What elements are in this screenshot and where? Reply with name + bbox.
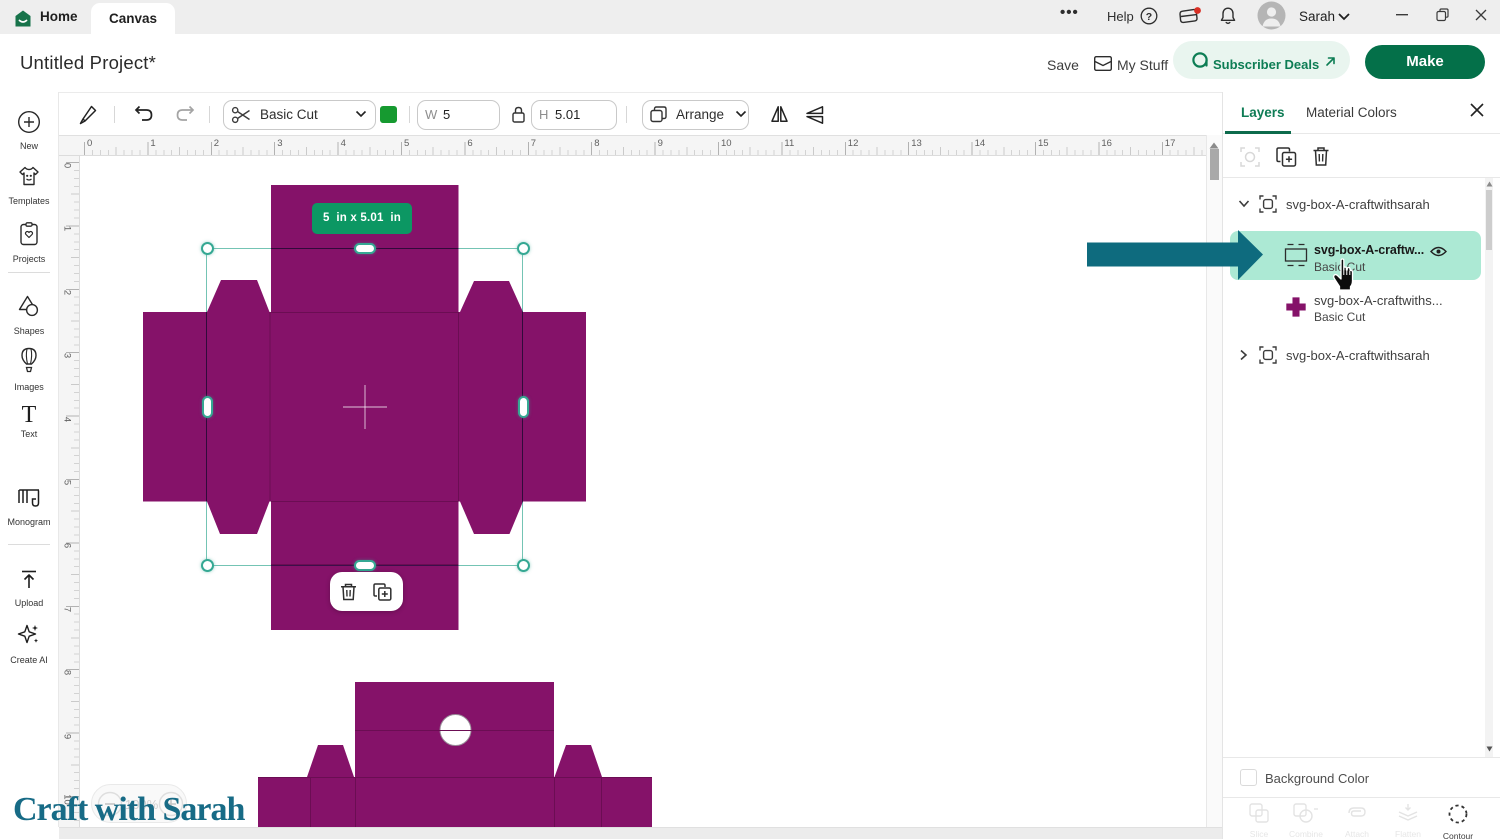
svg-text:?: ? — [1146, 11, 1152, 23]
